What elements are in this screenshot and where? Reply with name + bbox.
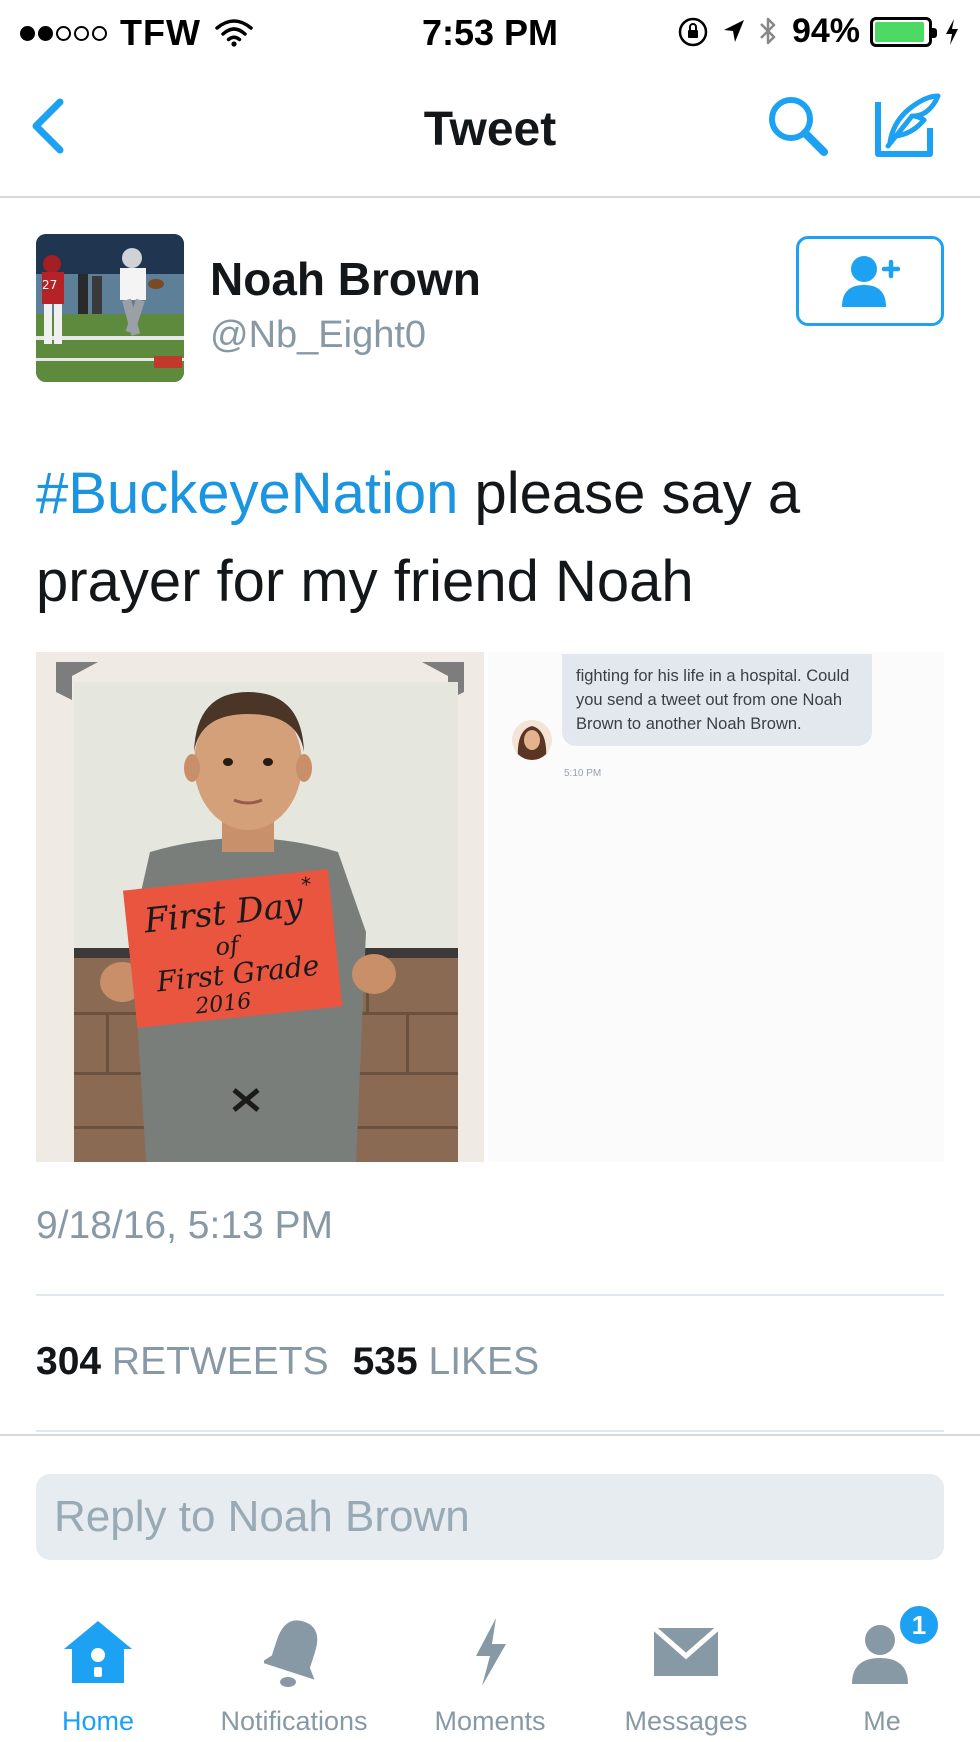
svg-text:27: 27 [42, 278, 57, 292]
tab-label: Notifications [220, 1706, 368, 1736]
wifi-icon [215, 19, 253, 47]
rotation-lock-icon [676, 15, 710, 49]
retweets-stat[interactable]: 304 RETWEETS [36, 1340, 329, 1383]
sender-avatar [512, 720, 552, 760]
search-icon[interactable] [766, 94, 830, 158]
cellular-signal-icon [20, 25, 110, 41]
bluetooth-icon [758, 15, 778, 49]
battery-percent: 94% [791, 12, 860, 50]
location-arrow-icon [722, 18, 746, 46]
tab-home[interactable]: Home [0, 1600, 196, 1742]
charging-bolt-icon [944, 18, 960, 46]
message-bubble: fighting for his life in a hospital. Cou… [562, 654, 872, 746]
retweets-count: 304 [36, 1340, 102, 1383]
tab-me[interactable]: 1 Me [784, 1600, 980, 1742]
page-title: Tweet [423, 103, 557, 156]
tab-bar: Home Notifications Moments Messages 1 Me [0, 1600, 980, 1742]
reply-input[interactable] [54, 1482, 926, 1552]
tab-messages[interactable]: Messages [588, 1600, 784, 1742]
author-name[interactable]: Noah Brown [210, 252, 481, 306]
notification-badge: 1 [896, 1602, 942, 1648]
profile-icon [784, 1614, 980, 1690]
lightning-icon [392, 1614, 588, 1690]
likes-stat[interactable]: 535 LIKES [353, 1340, 540, 1383]
likes-count: 535 [352, 1340, 418, 1383]
tab-notifications[interactable]: Notifications [196, 1600, 392, 1742]
divider [36, 1294, 944, 1296]
tab-label: Moments [434, 1706, 546, 1736]
bell-icon [196, 1614, 392, 1690]
media-photo[interactable]: First Day of First Grade 2016 * [36, 652, 484, 1162]
add-user-icon [842, 256, 900, 307]
status-left: TFW [20, 12, 253, 54]
tab-label: Me [863, 1706, 901, 1736]
divider [0, 1434, 980, 1436]
author-avatar[interactable]: 27 [36, 234, 184, 382]
chevron-left-icon[interactable] [28, 96, 68, 156]
compose-tweet-icon[interactable] [872, 92, 942, 158]
tweet-stats: 304 RETWEETS 535 LIKES [36, 1340, 539, 1384]
tweet-media[interactable]: First Day of First Grade 2016 * fighting… [36, 652, 944, 1162]
status-right: 94% [664, 12, 960, 51]
battery-level-fill [875, 21, 924, 42]
status-bar: TFW 7:53 PM 94% [0, 0, 980, 62]
author-handle[interactable]: @Nb_Eight0 [210, 314, 426, 357]
message-time: 5:10 PM [564, 768, 602, 779]
carrier-name: TFW [120, 12, 201, 53]
tab-label: Home [61, 1706, 135, 1736]
battery-icon [870, 16, 937, 47]
envelope-icon [588, 1614, 784, 1690]
retweets-label: RETWEETS [111, 1340, 329, 1383]
likes-label: LIKES [428, 1340, 540, 1383]
follow-button[interactable] [796, 236, 944, 326]
divider [36, 1430, 944, 1432]
media-screenshot[interactable]: fighting for his life in a hospital. Cou… [488, 652, 944, 1162]
reply-box[interactable] [36, 1474, 944, 1560]
tab-label: Messages [624, 1706, 748, 1736]
tweet-timestamp: 9/18/16, 5:13 PM [36, 1204, 334, 1247]
tweet-text: #BuckeyeNation please say a prayer for m… [36, 450, 956, 626]
hashtag-link[interactable]: #BuckeyeNation [36, 461, 458, 526]
nav-bar: Tweet [0, 62, 980, 198]
home-icon [0, 1614, 196, 1690]
tab-moments[interactable]: Moments [392, 1600, 588, 1742]
